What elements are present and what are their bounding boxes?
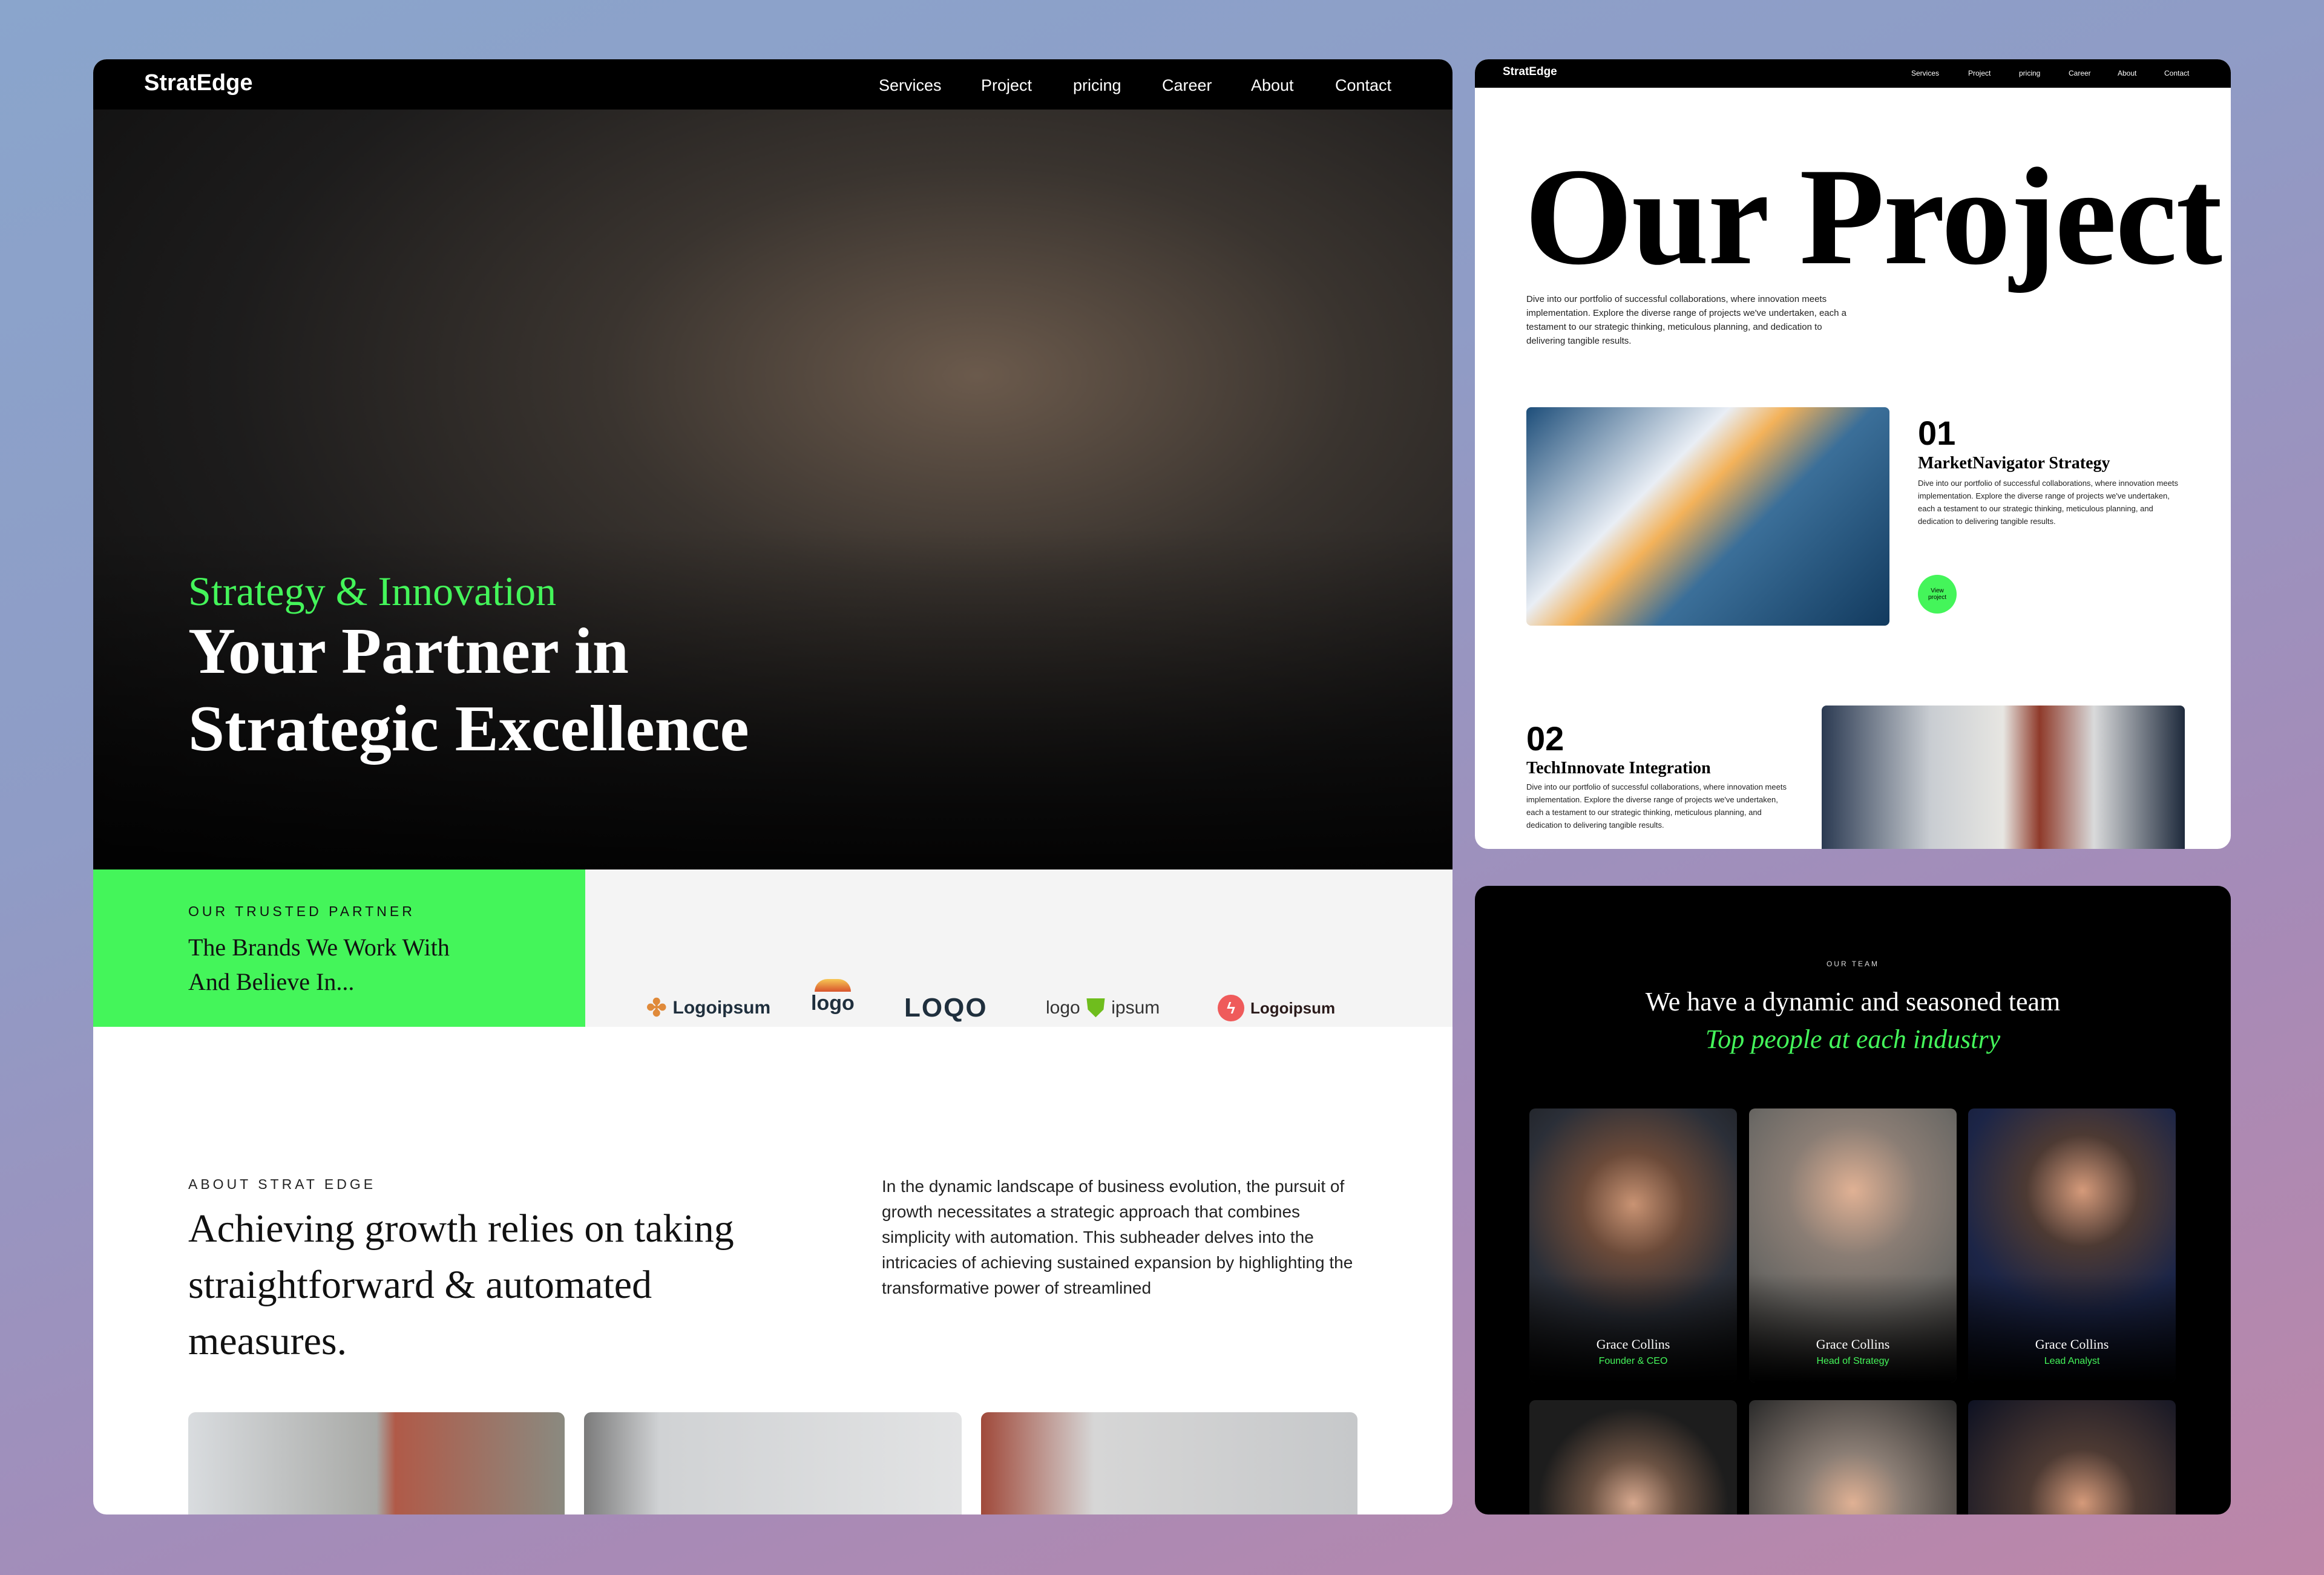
member-name: Grace Collins bbox=[1596, 1337, 1670, 1352]
hero-title-line: Your Partner in bbox=[188, 615, 629, 687]
team-subheading: Top people at each industry bbox=[1705, 1024, 2001, 1054]
member-name: Grace Collins bbox=[2035, 1337, 2109, 1352]
nav-project[interactable]: Project bbox=[1968, 69, 1991, 77]
brand-logo[interactable]: StratEdge bbox=[1503, 65, 1557, 79]
nav-services[interactable]: Services bbox=[879, 76, 942, 95]
page-title: Our Project bbox=[1525, 139, 2222, 293]
about-heading-line: Achieving growth relies on taking bbox=[188, 1207, 734, 1251]
team-card[interactable] bbox=[1749, 1400, 1957, 1514]
partners-title-line: The Brands We Work With bbox=[188, 934, 450, 961]
team-card[interactable]: Grace Collins Head of Strategy bbox=[1749, 1108, 1957, 1383]
partners-label: OUR TRUSTED PARTNER bbox=[188, 903, 415, 919]
nav-about[interactable]: About bbox=[2118, 69, 2136, 77]
partners-label-box: OUR TRUSTED PARTNER The Brands We Work W… bbox=[93, 869, 585, 1027]
project-number: 01 bbox=[1918, 414, 1956, 452]
member-role: Founder & CEO bbox=[1598, 1356, 1668, 1366]
about-body: In the dynamic landscape of business evo… bbox=[882, 1177, 1353, 1297]
nav-services[interactable]: Services bbox=[1911, 69, 1939, 77]
partner-logo-4: logo ⛊ ipsum bbox=[1046, 990, 1160, 1026]
hero-eyebrow: Strategy & Innovation bbox=[188, 568, 557, 614]
project-description: Dive into our portfolio of successful co… bbox=[1918, 479, 2178, 526]
nav-career[interactable]: Career bbox=[1162, 76, 1212, 95]
hero-title: Your Partner in Strategic Excellence bbox=[188, 613, 749, 768]
about-heading-line: measures. bbox=[188, 1319, 347, 1363]
sunrise-icon bbox=[814, 979, 851, 992]
project-image-2 bbox=[1822, 706, 2185, 849]
project-nav: StratEdge Services Project pricing Caree… bbox=[1475, 59, 2231, 88]
nav-project[interactable]: Project bbox=[981, 76, 1032, 95]
about-heading-line: straightforward & automated bbox=[188, 1263, 652, 1307]
project-image-1 bbox=[1526, 407, 1889, 626]
team-card[interactable] bbox=[1968, 1400, 2176, 1514]
hero-title-line: Strategic Excellence bbox=[188, 693, 749, 765]
partners-title-line: And Believe In... bbox=[188, 968, 355, 995]
member-name: Grace Collins bbox=[1816, 1337, 1890, 1352]
project-page-preview: StratEdge Services Project pricing Caree… bbox=[1475, 59, 2231, 849]
team-card[interactable] bbox=[1529, 1400, 1737, 1514]
about-image-1 bbox=[188, 1412, 565, 1514]
partner-logo-3: LOQO bbox=[904, 993, 988, 1023]
logo-text: Logoipsum bbox=[1250, 998, 1336, 1017]
nav-pricing[interactable]: pricing bbox=[2019, 69, 2040, 77]
project-title: MarketNavigator Strategy bbox=[1918, 454, 2110, 473]
team-card[interactable]: Grace Collins Founder & CEO bbox=[1529, 1108, 1737, 1383]
team-page-preview: OUR TEAM We have a dynamic and seasoned … bbox=[1475, 886, 2231, 1514]
page-intro: Dive into our portfolio of successful co… bbox=[1526, 294, 1846, 346]
brand-logo[interactable]: StratEdge bbox=[144, 70, 252, 96]
member-role: Head of Strategy bbox=[1816, 1356, 1889, 1366]
project-title: TechInnovate Integration bbox=[1526, 759, 1711, 778]
team-label: OUR TEAM bbox=[1826, 960, 1880, 968]
homepage-preview: StratEdge Services Project pricing Caree… bbox=[93, 59, 1452, 1514]
logo-text: logo bbox=[1046, 998, 1080, 1018]
partner-logo-5: ϟ Logoipsum bbox=[1218, 990, 1335, 1026]
nav-contact[interactable]: Contact bbox=[1335, 76, 1391, 95]
bear-icon: ⛊ bbox=[1086, 993, 1106, 1022]
logo-text: Logoipsum bbox=[672, 998, 771, 1018]
team-card[interactable]: Grace Collins Lead Analyst bbox=[1968, 1108, 2176, 1383]
view-project-button[interactable]: View project bbox=[1918, 575, 1957, 614]
about-heading: Achieving growth relies on taking straig… bbox=[188, 1200, 734, 1369]
about-image-3 bbox=[981, 1412, 1357, 1514]
logo-text: logo bbox=[811, 992, 855, 1015]
about-image-2 bbox=[584, 1412, 962, 1514]
project-description: Dive into our portfolio of successful co… bbox=[1526, 782, 1787, 830]
nav-pricing[interactable]: pricing bbox=[1073, 76, 1121, 95]
logo-text: ipsum bbox=[1111, 998, 1160, 1018]
about-label: ABOUT STRAT EDGE bbox=[188, 1176, 376, 1192]
clover-icon: ✤ bbox=[646, 995, 667, 1021]
nav-contact[interactable]: Contact bbox=[2164, 69, 2189, 77]
main-nav: StratEdge Services Project pricing Caree… bbox=[93, 59, 1452, 110]
partner-logo-2: logo bbox=[811, 979, 855, 1015]
member-role: Lead Analyst bbox=[2044, 1356, 2100, 1366]
bolt-icon: ϟ bbox=[1218, 995, 1244, 1021]
partners-title: The Brands We Work With And Believe In..… bbox=[188, 930, 450, 999]
nav-career[interactable]: Career bbox=[2069, 69, 2091, 77]
nav-about[interactable]: About bbox=[1251, 76, 1294, 95]
team-heading: We have a dynamic and seasoned team bbox=[1645, 987, 2061, 1017]
project-number: 02 bbox=[1526, 719, 1564, 758]
partner-logo-1: ✤ Logoipsum bbox=[646, 990, 770, 1026]
